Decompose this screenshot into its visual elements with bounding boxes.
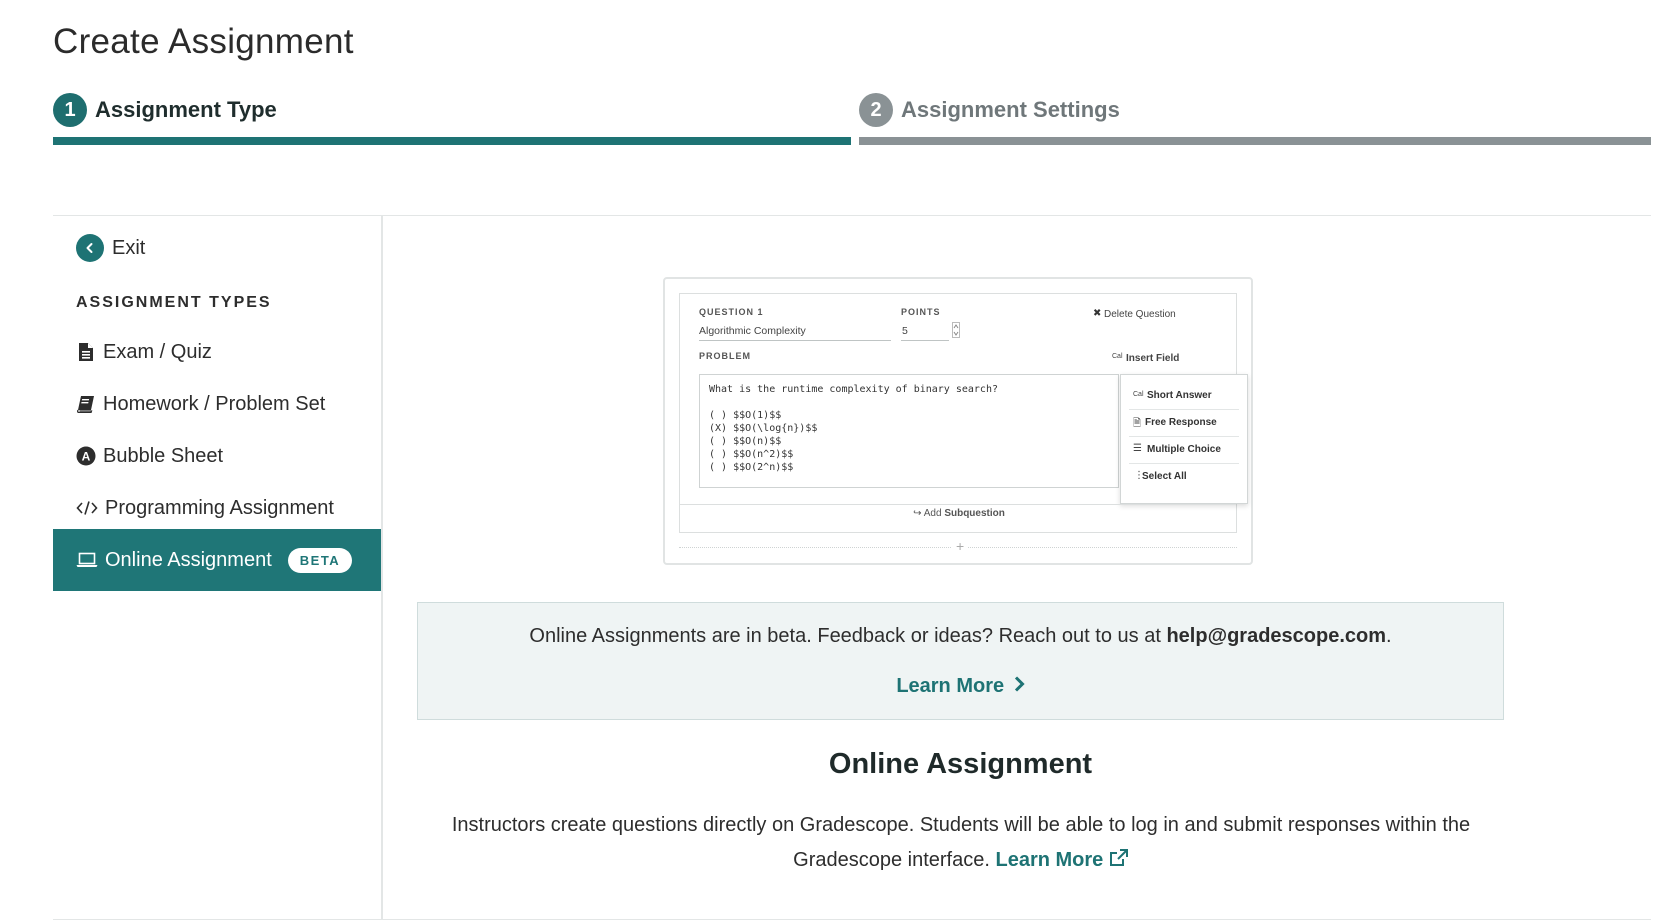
- divider: [1129, 436, 1239, 437]
- step-progress-bar: [53, 137, 851, 145]
- chevron-left-icon: [76, 234, 104, 262]
- beta-badge: BETA: [287, 547, 353, 573]
- preview-add-subquestion: ↪ Add Subquestion: [680, 508, 1238, 519]
- preview-question-label: QUESTION 1: [699, 307, 764, 317]
- assignment-type-description: Instructors create questions directly on…: [430, 808, 1492, 879]
- close-icon: ✖: [1093, 308, 1102, 319]
- exit-button[interactable]: Exit: [76, 234, 145, 262]
- step-assignment-settings[interactable]: 2 Assignment Settings: [859, 90, 1651, 146]
- sidebar-item-label: Homework / Problem Set: [103, 392, 326, 415]
- bubble-a-icon: A: [76, 445, 96, 467]
- book-icon: [76, 393, 96, 415]
- plus-icon: +: [952, 538, 969, 554]
- sidebar-item-online-assignment[interactable]: Online Assignment BETA: [53, 529, 381, 591]
- divider: [680, 504, 1236, 505]
- sidebar-item-label: Exam / Quiz: [103, 340, 212, 363]
- preview-insert-field: Insert Field: [1126, 353, 1180, 364]
- sidebar-item-bubble-sheet[interactable]: A Bubble Sheet: [53, 434, 381, 478]
- preview-delete-question: Delete Question: [1104, 309, 1176, 320]
- menu-item-multiple-choice: Multiple Choice: [1147, 444, 1221, 455]
- preview-question-card: QUESTION 1 Algorithmic Complexity POINTS…: [679, 293, 1248, 533]
- preview-question-title: Algorithmic Complexity: [699, 325, 806, 337]
- field-icon: Cal: [1133, 391, 1144, 398]
- learn-more-label: Learn More: [995, 849, 1104, 871]
- return-arrow-icon: ↪: [913, 508, 922, 519]
- learn-more-label: Learn More: [896, 675, 1005, 697]
- menu-item-free-response: Free Response: [1145, 417, 1217, 428]
- sidebar-item-label: Online Assignment: [105, 548, 272, 571]
- beta-info-banner: Online Assignments are in beta. Feedback…: [417, 602, 1504, 720]
- preview-add-prefix: Add: [923, 508, 942, 519]
- laptop-icon: [76, 549, 98, 571]
- banner-suffix: .: [1386, 625, 1392, 647]
- step-assignment-type[interactable]: 1 Assignment Type: [53, 90, 851, 146]
- sidebar-item-label: Bubble Sheet: [103, 444, 224, 467]
- menu-item-short-answer: Short Answer: [1147, 390, 1212, 401]
- stepper-arrows-icon: [952, 322, 960, 343]
- sidebar-item-homework[interactable]: Homework / Problem Set: [53, 382, 381, 426]
- preview-problem-label: PROBLEM: [699, 351, 751, 361]
- preview-title-underline: [699, 340, 891, 341]
- preview-points-underline: [901, 340, 949, 341]
- divider: [53, 919, 1651, 920]
- file-text-icon: [76, 341, 96, 363]
- svg-text:A: A: [82, 450, 91, 464]
- sidebar-item-exam-quiz[interactable]: Exam / Quiz: [53, 330, 381, 374]
- step-number-badge: 2: [859, 93, 893, 127]
- step-label: Assignment Type: [95, 97, 277, 122]
- assignment-stepper: 1 Assignment Type 2 Assignment Settings: [53, 90, 1651, 146]
- field-icon: Cal: [1112, 353, 1123, 360]
- description-learn-more-link[interactable]: Learn More: [995, 849, 1128, 871]
- banner-message: Online Assignments are in beta. Feedback…: [529, 625, 1167, 647]
- preview-points-value: 5: [902, 325, 908, 337]
- sidebar-item-programming[interactable]: Programming Assignment: [53, 486, 381, 530]
- code-icon: [76, 497, 98, 519]
- online-assignment-preview-image: QUESTION 1 Algorithmic Complexity POINTS…: [663, 277, 1253, 565]
- divider: [1129, 463, 1239, 464]
- banner-learn-more-link[interactable]: Learn More: [418, 675, 1503, 698]
- banner-text: Online Assignments are in beta. Feedback…: [418, 625, 1503, 648]
- sidebar: Exit ASSIGNMENT TYPES Exam / Quiz Homewo…: [53, 216, 383, 919]
- step-label: Assignment Settings: [901, 97, 1120, 122]
- menu-item-select-all: Select All: [1142, 471, 1187, 482]
- step-number-badge: 1: [53, 93, 87, 127]
- sidebar-item-label: Programming Assignment: [105, 496, 334, 519]
- external-link-icon: [1109, 844, 1129, 879]
- page-title: Create Assignment: [53, 22, 354, 61]
- preview-problem-code: What is the runtime complexity of binary…: [699, 374, 1119, 488]
- preview-points-label: POINTS: [901, 307, 941, 317]
- description-text: Instructors create questions directly on…: [451, 814, 1471, 871]
- chevron-right-icon: [1014, 675, 1025, 698]
- assignment-type-title: Online Assignment: [828, 748, 1093, 780]
- help-email[interactable]: help@gradescope.com: [1166, 625, 1386, 647]
- list-icon: ☰: [1133, 443, 1142, 454]
- divider: [1129, 409, 1239, 410]
- assignment-types-heading: ASSIGNMENT TYPES: [76, 294, 272, 311]
- preview-add-label: Subquestion: [944, 508, 1005, 519]
- step-progress-bar: [859, 137, 1651, 145]
- exit-label: Exit: [112, 236, 146, 259]
- preview-insert-field-menu: Cal Short Answer 🗎 Free Response ☰ Multi…: [1120, 374, 1248, 504]
- file-icon: 🗎: [1133, 418, 1142, 429]
